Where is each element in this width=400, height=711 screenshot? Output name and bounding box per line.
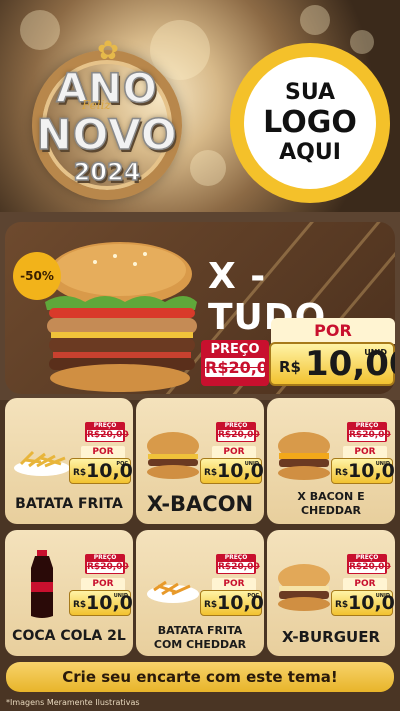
product-card-batata-cheddar[interactable]: PREÇO R$20,00 POR R$ 10,00 POÇ BATATA FR… (136, 530, 264, 656)
bow-icon: ✿ (97, 36, 119, 66)
preco-label: PREÇO (355, 554, 379, 561)
currency-symbol: R$ (204, 600, 218, 610)
old-price: R$20,00 (218, 430, 260, 441)
unit-label: POÇ (247, 593, 259, 599)
product-name-line-2: CHEDDAR (300, 504, 362, 517)
old-price-box: PREÇO R$20,00 (347, 422, 391, 442)
product-name-line-2: COM CHEDDAR (153, 638, 247, 651)
product-name: COCA COLA 2L (12, 628, 126, 644)
unit-label: UNID (375, 593, 390, 599)
new-price-box: R$ 10,00 UNID (200, 458, 264, 484)
por-label: POR (343, 446, 387, 458)
por-label: POR (343, 578, 387, 590)
logo-line-2: LOGO (263, 104, 357, 140)
new-price-box: R$ 10,00 UNID (69, 590, 133, 616)
create-flyer-button[interactable]: Crie seu encarte com este tema! (6, 662, 394, 692)
product-name-line-1: X BACON E (297, 490, 365, 503)
new-year-badge: ✿ ANO Feliz NOVO 2024 (22, 36, 192, 205)
new-price-box: R$ 10,00 POÇ (200, 590, 264, 616)
logo-line-3: AQUI (279, 140, 341, 166)
old-price-box: PREÇO R$20,00 (347, 554, 391, 574)
por-label: POR (212, 578, 256, 590)
old-price-box: PREÇO R$20,00 (85, 422, 129, 442)
preco-label: PREÇO (210, 342, 260, 357)
new-price-box: R$ 10,00 POÇ (69, 458, 133, 484)
featured-card[interactable]: -50% X - TUDO POR PREÇO R$20,00 R$ 10,00… (5, 222, 395, 394)
por-label: POR (212, 446, 256, 458)
preco-label: PREÇO (93, 422, 117, 429)
currency-symbol: R$ (204, 468, 218, 478)
burger-image (278, 432, 330, 480)
bokeh-light (300, 5, 330, 35)
bokeh-light (350, 30, 374, 54)
old-price: R$20,00 (349, 562, 391, 573)
unit-label: POÇ (116, 461, 128, 467)
currency-symbol: R$ (73, 600, 87, 610)
new-price-box: R$ 10,00 UNID (331, 590, 395, 616)
fries-image (14, 450, 70, 476)
preco-label: PREÇO (224, 422, 248, 429)
por-label: POR (81, 578, 125, 590)
badge-year-text: 2024 (73, 157, 141, 187)
old-price-box: PREÇO R$20,00 (216, 422, 260, 442)
product-card-x-bacon[interactable]: PREÇO R$20,00 POR R$ 10,00 UNID X-BACON (136, 398, 264, 524)
new-price-box: R$ 10,00 UNID (269, 342, 395, 386)
product-name: BATATA FRITA COM CHEDDAR (136, 624, 264, 652)
preco-label: PREÇO (224, 554, 248, 561)
burger-image (45, 242, 197, 392)
product-name: X-BURGUER (281, 628, 381, 646)
header-banner: ✿ ANO Feliz NOVO 2024 SUA LOGO AQUI (0, 0, 400, 212)
currency-symbol: R$ (335, 600, 349, 610)
product-card-x-bacon-cheddar[interactable]: PREÇO R$20,00 POR R$ 10,00 UNID X BACON … (267, 398, 395, 524)
currency-symbol: R$ (335, 468, 349, 478)
featured-section: -50% X - TUDO POR PREÇO R$20,00 R$ 10,00… (0, 212, 400, 400)
disclaimer-text: *Imagens Meramente Ilustrativas (6, 698, 140, 707)
old-price: R$20,00 (349, 430, 391, 441)
old-price: R$20,00 (87, 430, 129, 441)
old-price: R$20,00 (205, 358, 280, 377)
currency-symbol: R$ (279, 358, 301, 376)
por-label: POR (271, 318, 395, 344)
product-name: X-BACON (146, 492, 254, 516)
burger-image (278, 564, 330, 611)
unit-label: UNID (364, 348, 387, 357)
fries-cheddar-image (147, 580, 199, 603)
product-card-batata-frita[interactable]: PREÇO R$20,00 POR R$ 10,00 POÇ BATATA FR… (5, 398, 133, 524)
product-name-line-1: BATATA FRITA (157, 624, 243, 637)
unit-label: UNID (244, 461, 259, 467)
soda-bottle-image (31, 550, 53, 618)
product-card-x-burguer[interactable]: PREÇO R$20,00 POR R$ 10,00 UNID X-BURGUE… (267, 530, 395, 656)
old-price-box: PREÇO R$20,00 (216, 554, 260, 574)
old-price: R$20,00 (218, 562, 260, 573)
old-price-box: PREÇO R$20,00 (85, 554, 129, 574)
product-name: BATATA FRITA (15, 496, 123, 512)
por-label: POR (81, 446, 125, 458)
product-card-coca-cola[interactable]: PREÇO R$20,00 POR R$ 10,00 UNID COCA COL… (5, 530, 133, 656)
discount-badge: -50% (13, 252, 61, 300)
preco-label: PREÇO (93, 554, 117, 561)
product-name: X BACON E CHEDDAR (267, 490, 395, 518)
burger-image (147, 432, 199, 479)
unit-label: UNID (113, 593, 128, 599)
old-price: R$20,00 (87, 562, 129, 573)
badge-novo-text: NOVO (36, 109, 178, 160)
old-price-box: PREÇO R$20,00 (201, 340, 280, 386)
logo-line-1: SUA (284, 80, 336, 106)
preco-label: PREÇO (355, 422, 379, 429)
bokeh-light (190, 150, 226, 186)
currency-symbol: R$ (73, 468, 87, 478)
unit-label: UNID (375, 461, 390, 467)
new-price-box: R$ 10,00 UNID (331, 458, 395, 484)
logo-placeholder[interactable]: SUA LOGO AQUI (230, 43, 390, 203)
